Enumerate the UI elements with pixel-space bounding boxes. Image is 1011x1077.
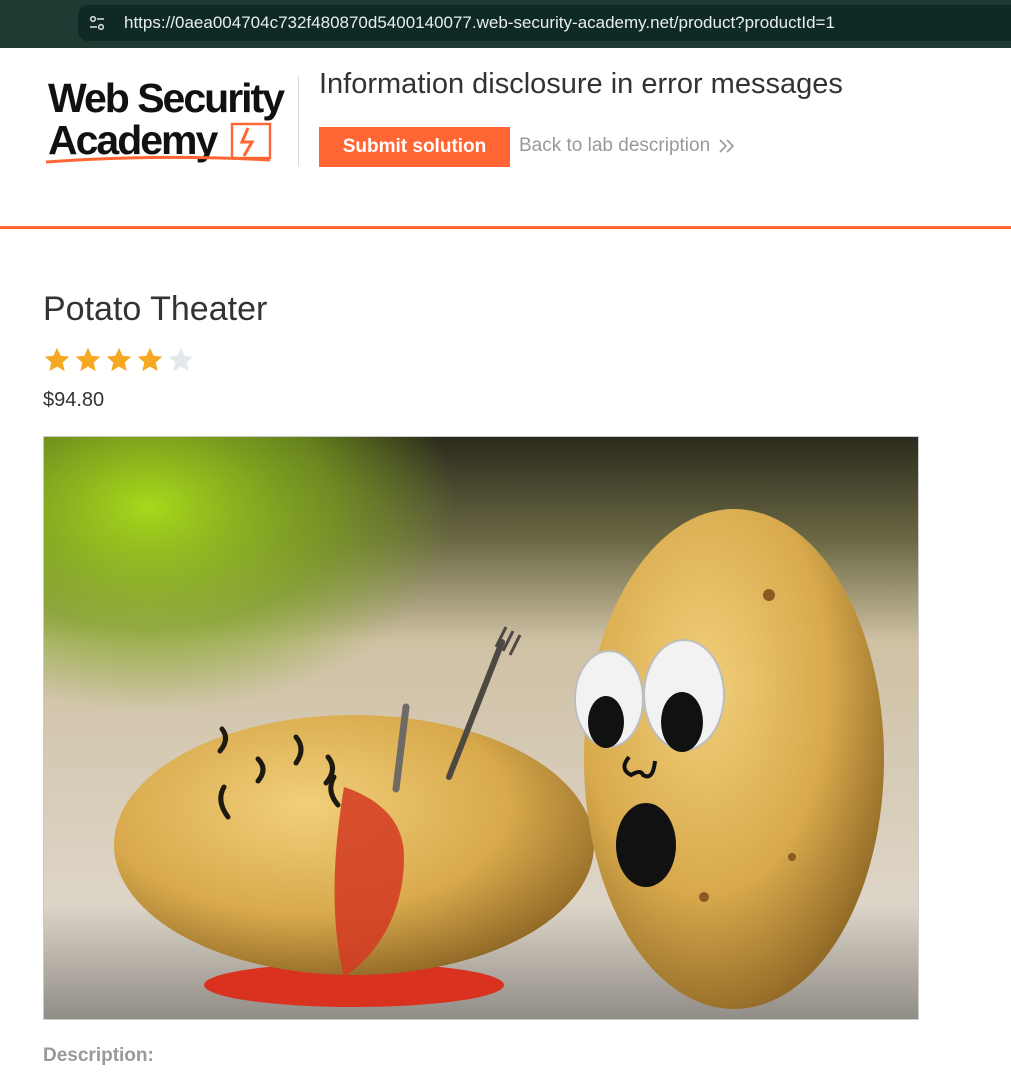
- back-link-label[interactable]: Back to lab description: [519, 135, 710, 157]
- double-chevron-right-icon: [719, 139, 735, 153]
- url-field[interactable]: https://0aea004704c732f480870d5400140077…: [78, 5, 1011, 41]
- star-icon-empty: [168, 347, 194, 372]
- logo-divider: [298, 76, 299, 166]
- product-price: $94.80: [43, 389, 105, 411]
- url-text[interactable]: https://0aea004704c732f480870d5400140077…: [124, 13, 835, 33]
- product-title: Potato Theater: [43, 290, 268, 328]
- potato-theater-photo: [44, 437, 918, 1019]
- tune-icon[interactable]: [88, 15, 106, 31]
- star-rating: [43, 346, 198, 376]
- star-icon-filled: [75, 347, 101, 372]
- description-label: Description:: [43, 1045, 154, 1066]
- star-icon-filled: [44, 347, 70, 372]
- submit-solution-button[interactable]: Submit solution: [319, 127, 510, 167]
- back-to-lab-description-link[interactable]: Back to lab description: [519, 135, 736, 157]
- lab-title: Information disclosure in error messages: [319, 68, 843, 100]
- star-icon-filled: [106, 347, 132, 372]
- lab-header: Web Security Academy Information disclos…: [0, 48, 1011, 228]
- product-image: [43, 436, 919, 1020]
- svg-text:Web Security: Web Security: [48, 76, 285, 121]
- star-icon-filled: [137, 347, 163, 372]
- web-security-academy-logo[interactable]: Web Security Academy: [46, 76, 296, 168]
- header-divider: [0, 226, 1011, 229]
- browser-address-bar: https://0aea004704c732f480870d5400140077…: [0, 0, 1011, 48]
